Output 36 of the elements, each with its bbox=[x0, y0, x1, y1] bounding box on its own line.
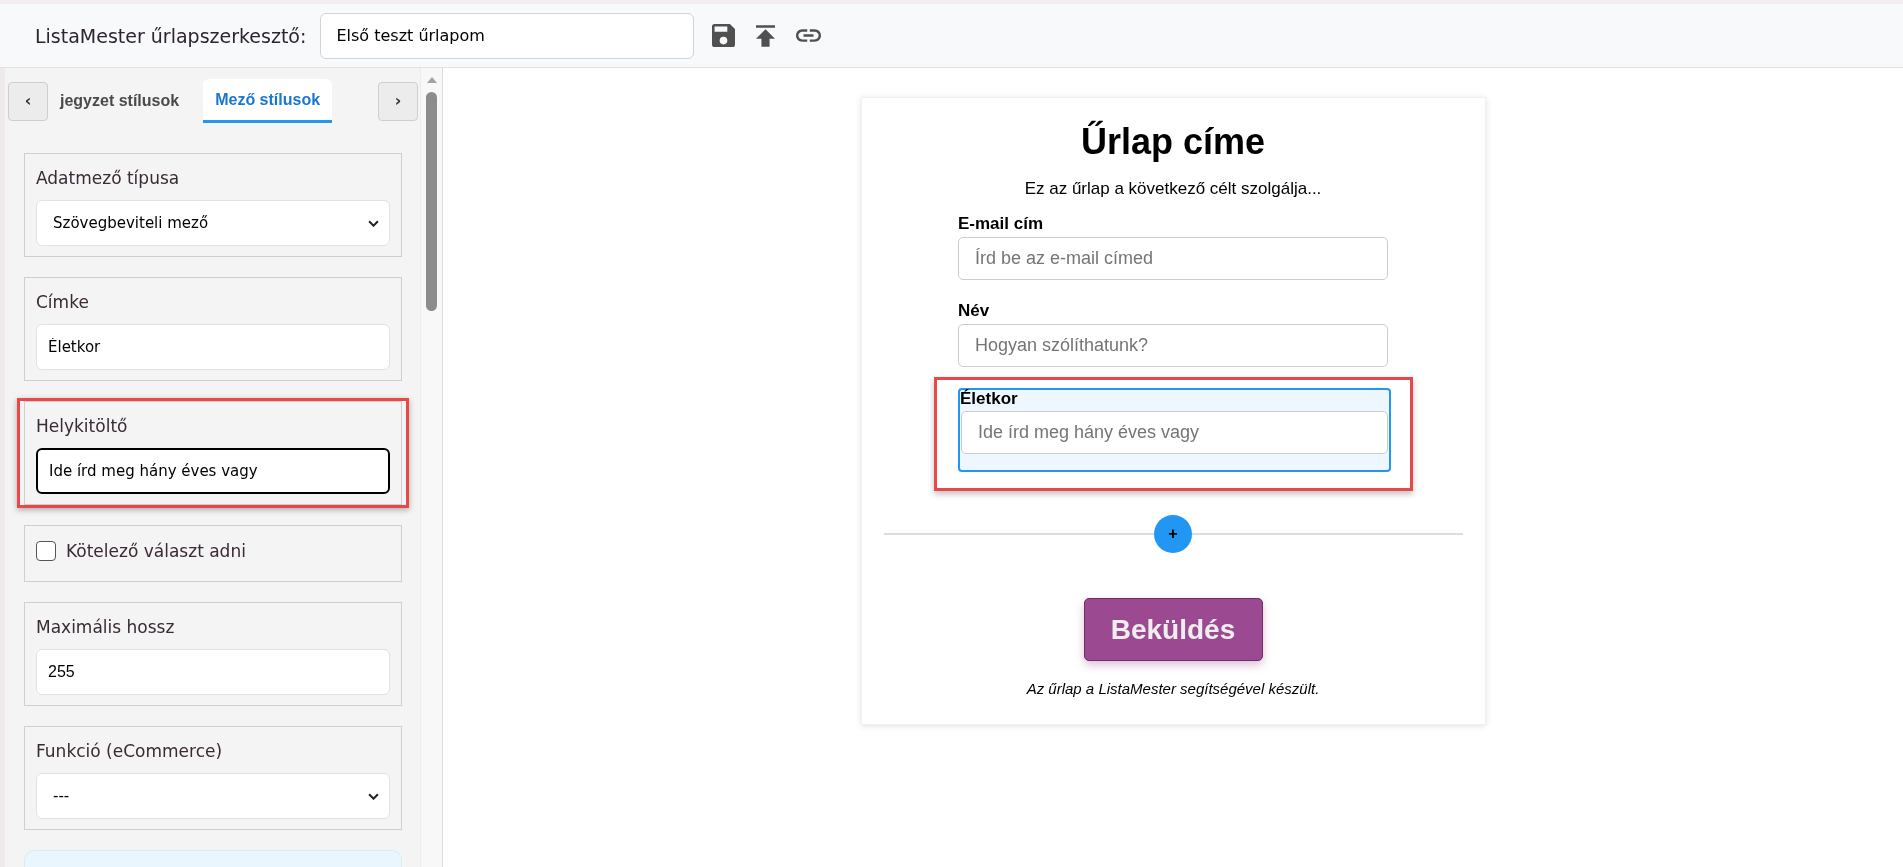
add-field-button[interactable]: + bbox=[1154, 515, 1192, 553]
chevron-down-icon bbox=[368, 792, 379, 800]
scrollbar-thumb[interactable] bbox=[426, 92, 437, 311]
upload-icon[interactable] bbox=[756, 24, 776, 47]
text-input[interactable]: 255 bbox=[36, 649, 390, 695]
submit-button[interactable]: Beküldés bbox=[1083, 598, 1263, 661]
next-tabs-button[interactable]: › bbox=[378, 81, 418, 121]
setting-label: Funkció (eCommerce) bbox=[36, 740, 224, 763]
checkbox[interactable] bbox=[36, 541, 56, 561]
setting-label: Helykitöltő bbox=[36, 415, 129, 438]
field-label: Név bbox=[958, 301, 991, 321]
field-label: E-mail cím bbox=[958, 214, 1045, 234]
previous-tabs-button[interactable]: ‹ bbox=[8, 81, 48, 121]
checkbox-label: Kötelező választ adni bbox=[66, 540, 246, 563]
setting-label: Maximális hossz bbox=[36, 616, 176, 639]
text-input[interactable]: Ide írd meg hány éves vagy bbox=[961, 411, 1388, 454]
setting-label: Adatmező típusa bbox=[36, 167, 181, 190]
form-title: Űrlap címe bbox=[1080, 120, 1266, 164]
text-input[interactable]: Hogyan szólíthatunk? bbox=[958, 324, 1388, 367]
setting-label: Címke bbox=[36, 291, 90, 314]
text-input[interactable]: Írd be az e-mail címed bbox=[958, 237, 1388, 280]
save-icon[interactable] bbox=[712, 24, 736, 47]
text-input[interactable]: Ide írd meg hány éves vagy bbox=[36, 448, 390, 494]
link-icon[interactable] bbox=[796, 29, 822, 42]
text-input[interactable]: Életkor bbox=[36, 324, 390, 370]
field-label: Életkor bbox=[960, 390, 1019, 408]
form-footer: Az űrlap a ListaMester segítségével készült. bbox=[1026, 680, 1320, 698]
editor-title: ListaMester űrlapszerkesztő: bbox=[35, 23, 307, 48]
form-description: Ez az űrlap a következő célt szolgálja... bbox=[1024, 178, 1322, 200]
dropdown[interactable]: --- bbox=[36, 773, 390, 819]
tab[interactable]: jegyzet stílusok bbox=[48, 79, 192, 123]
form-name-input[interactable]: Első teszt űrlapom bbox=[320, 12, 695, 59]
chevron-down-icon bbox=[368, 219, 379, 227]
tab[interactable]: Mező stílusok bbox=[203, 79, 333, 123]
selected-field[interactable]: Életkor Ide írd meg hány éves vagy bbox=[958, 388, 1391, 472]
dropdown[interactable]: Szövegbeviteli mező bbox=[36, 200, 390, 246]
